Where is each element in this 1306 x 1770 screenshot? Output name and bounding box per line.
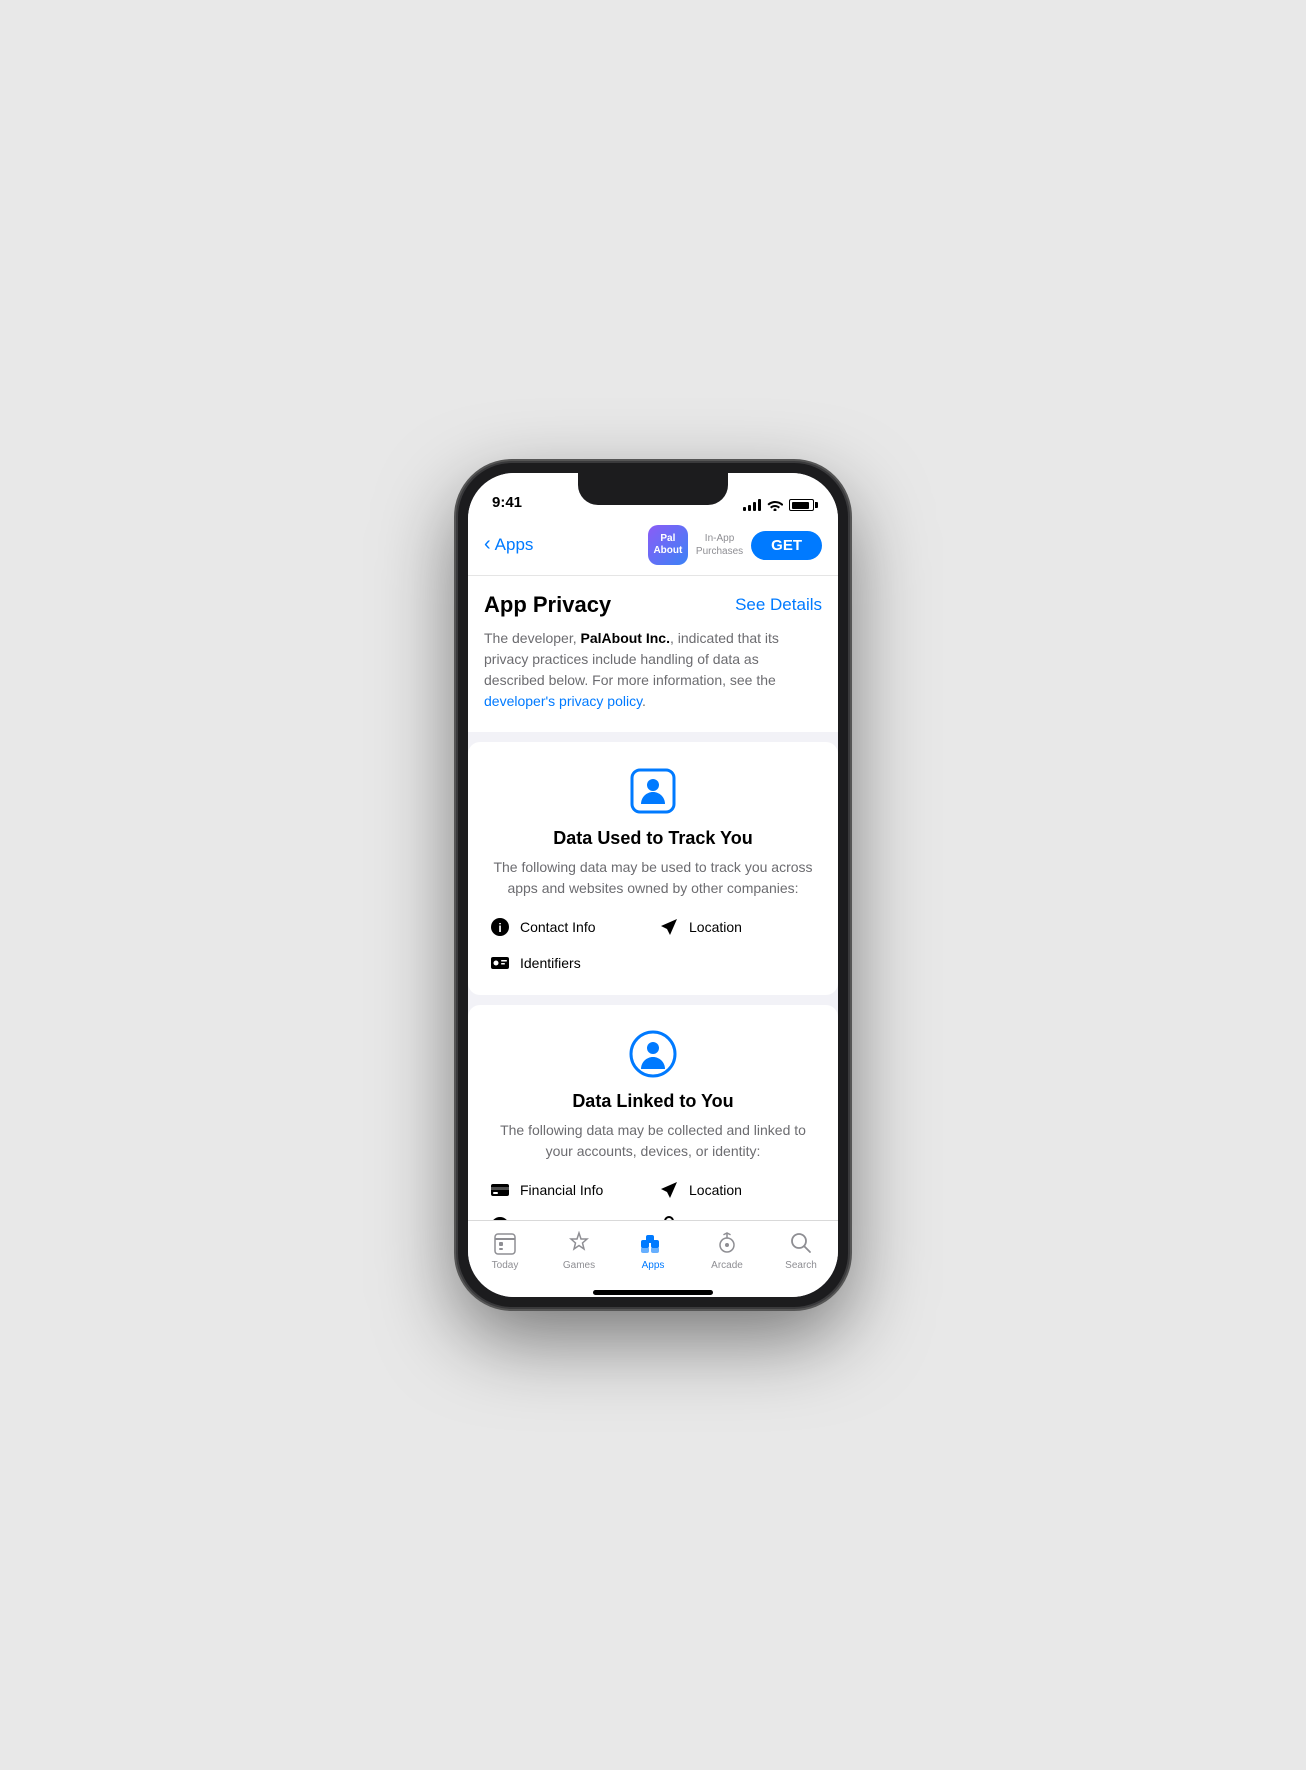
tab-apps-label: Apps xyxy=(642,1260,665,1271)
track-location-label: Location xyxy=(689,919,742,935)
get-button[interactable]: GET xyxy=(751,531,822,560)
arcade-tab-icon xyxy=(713,1229,741,1257)
location-arrow-icon xyxy=(657,915,681,939)
track-items-grid: i Contact Info Location xyxy=(488,915,818,975)
linked-item-financial: Financial Info xyxy=(488,1178,649,1202)
search-tab-icon xyxy=(787,1229,815,1257)
track-contact-info-label: Contact Info xyxy=(520,919,596,935)
tab-games-label: Games xyxy=(563,1260,595,1271)
tab-arcade[interactable]: Arcade xyxy=(690,1229,764,1271)
games-tab-icon xyxy=(565,1229,593,1257)
privacy-header: App Privacy See Details The developer, P… xyxy=(468,576,838,732)
tab-games[interactable]: Games xyxy=(542,1229,616,1271)
track-item-identifiers: Identifiers xyxy=(488,951,649,975)
linked-card-title: Data Linked to You xyxy=(488,1091,818,1112)
tab-today[interactable]: Today xyxy=(468,1229,542,1271)
track-icon xyxy=(628,766,678,816)
today-tab-icon xyxy=(491,1229,519,1257)
nav-center: PalAbout In-AppPurchases GET xyxy=(648,525,822,565)
track-card-description: The following data may be used to track … xyxy=(488,857,818,899)
track-identifiers-label: Identifiers xyxy=(520,955,581,971)
signal-icon xyxy=(743,499,761,511)
track-you-card: Data Used to Track You The following dat… xyxy=(468,742,838,995)
info-circle-icon: i xyxy=(488,915,512,939)
app-icon: PalAbout xyxy=(648,525,688,565)
linked-card-description: The following data may be collected and … xyxy=(488,1120,818,1162)
svg-text:i: i xyxy=(498,921,501,935)
track-item-location: Location xyxy=(657,915,818,939)
tab-search-label: Search xyxy=(785,1260,817,1271)
back-arrow-icon: ‹ xyxy=(484,533,491,556)
tab-arcade-label: Arcade xyxy=(711,1260,743,1271)
back-label: Apps xyxy=(495,535,534,555)
home-bar xyxy=(593,1290,713,1295)
track-card-title: Data Used to Track You xyxy=(488,828,818,849)
back-button[interactable]: ‹ Apps xyxy=(484,534,533,556)
navigation-bar: ‹ Apps PalAbout In-AppPurchases GET xyxy=(468,517,838,576)
privacy-description: The developer, PalAbout Inc., indicated … xyxy=(484,628,822,712)
privacy-policy-link[interactable]: developer's privacy policy xyxy=(484,693,642,709)
phone-device: 9:41 ‹ Apps xyxy=(458,463,848,1307)
linked-financial-label: Financial Info xyxy=(520,1182,603,1198)
developer-name: PalAbout Inc. xyxy=(581,630,670,646)
linked-items-grid: Financial Info Location xyxy=(488,1178,818,1220)
tab-apps[interactable]: Apps xyxy=(616,1229,690,1271)
track-item-contact-info: i Contact Info xyxy=(488,915,649,939)
notch xyxy=(578,473,728,505)
phone-screen: 9:41 ‹ Apps xyxy=(468,473,838,1297)
apps-tab-icon xyxy=(639,1229,667,1257)
linked-you-card: Data Linked to You The following data ma… xyxy=(468,1005,838,1220)
home-indicator xyxy=(468,1291,838,1297)
status-icons xyxy=(743,499,814,511)
linked-icon xyxy=(628,1029,678,1079)
in-app-purchases-label: In-AppPurchases xyxy=(696,532,743,558)
linked-location-label: Location xyxy=(689,1182,742,1198)
linked-item-location: Location xyxy=(657,1178,818,1202)
privacy-title: App Privacy xyxy=(484,592,611,618)
tab-search[interactable]: Search xyxy=(764,1229,838,1271)
see-details-link[interactable]: See Details xyxy=(735,595,822,615)
location-arrow-icon-2 xyxy=(657,1178,681,1202)
tab-today-label: Today xyxy=(492,1260,519,1271)
main-content[interactable]: App Privacy See Details The developer, P… xyxy=(468,576,838,1220)
wifi-icon xyxy=(767,499,783,511)
credit-card-icon xyxy=(488,1178,512,1202)
privacy-title-row: App Privacy See Details xyxy=(484,592,822,618)
id-card-icon xyxy=(488,951,512,975)
tab-bar: Today Games xyxy=(468,1220,838,1291)
battery-icon xyxy=(789,499,814,511)
status-time: 9:41 xyxy=(492,494,522,511)
